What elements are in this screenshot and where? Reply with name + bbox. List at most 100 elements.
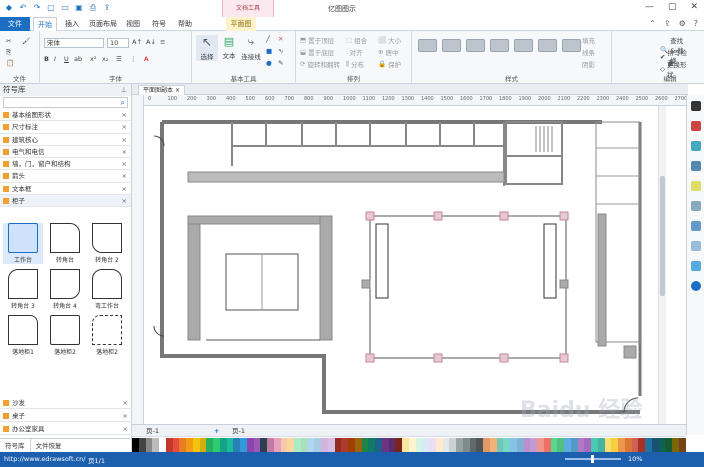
color-swatch[interactable]	[192, 438, 200, 452]
color-swatch[interactable]	[678, 438, 686, 452]
tab-file[interactable]: 文件	[0, 17, 30, 31]
color-swatch[interactable]	[138, 438, 146, 452]
style-gallery[interactable]	[418, 39, 581, 52]
color-swatch[interactable]	[665, 438, 672, 452]
distribute-button[interactable]: ⫼ 分布	[346, 59, 364, 70]
library-item[interactable]: 墙，门，窗户和结构 ×	[0, 158, 131, 171]
color-swatch[interactable]	[314, 438, 321, 452]
color-swatch[interactable]	[456, 438, 463, 452]
color-swatch[interactable]	[240, 438, 247, 452]
line-button[interactable]: 线条	[582, 47, 595, 57]
status-url[interactable]: http://www.edrawsoft.cn/	[4, 455, 85, 463]
close-icon[interactable]: ×	[122, 195, 127, 207]
close-icon[interactable]: ×	[122, 134, 127, 146]
color-swatch[interactable]	[402, 438, 409, 452]
color-swatch[interactable]	[672, 438, 679, 452]
hyperlink-icon[interactable]	[691, 221, 701, 231]
shape-corner-desk-2[interactable]: 转角台 2	[87, 223, 127, 264]
align-icon[interactable]: ≡	[160, 38, 165, 46]
tab-insert[interactable]: 插入	[60, 17, 84, 31]
shape-floor-cabinet-1[interactable]: 落地柜1	[3, 315, 43, 356]
library-item[interactable]: 桌子 ×	[0, 410, 132, 423]
shape-corner-desk[interactable]: 转角台	[45, 223, 85, 264]
library-item[interactable]: 文本框 ×	[0, 183, 131, 196]
close-panel-icon[interactable]: ⊥	[121, 84, 127, 96]
color-swatch[interactable]	[510, 438, 517, 452]
color-swatch[interactable]	[260, 438, 267, 452]
redo-icon[interactable]: ↷	[32, 3, 42, 13]
color-swatch[interactable]	[388, 438, 396, 452]
share-icon[interactable]: ⇪	[664, 19, 671, 28]
color-swatch[interactable]	[591, 438, 598, 452]
color-swatch[interactable]	[442, 438, 450, 452]
tab-symbol[interactable]: 符号	[147, 17, 171, 31]
color-swatch[interactable]	[449, 438, 456, 452]
subscript-icon[interactable]: x₂	[102, 55, 108, 63]
library-item[interactable]: 电气和电信 ×	[0, 146, 131, 159]
maximize-icon[interactable]: ▢	[668, 2, 677, 12]
send-back-button[interactable]: ⬓ 置于底层	[300, 47, 334, 57]
superscript-icon[interactable]: x²	[90, 55, 96, 63]
shadow-button[interactable]: 阴影	[582, 59, 595, 69]
color-swatch[interactable]	[253, 438, 261, 452]
color-swatch[interactable]	[597, 438, 605, 452]
color-swatch[interactable]	[172, 438, 180, 452]
library-item[interactable]: 基本绘图形状 ×	[0, 109, 131, 122]
color-swatch[interactable]	[584, 438, 591, 452]
size-button[interactable]: ⬜ 大小	[378, 35, 401, 45]
color-swatch[interactable]	[523, 438, 531, 452]
font-grow-icon[interactable]: A↑	[132, 38, 142, 46]
close-icon[interactable]: ×	[122, 158, 127, 170]
color-swatch[interactable]	[354, 438, 362, 452]
format-painter-icon[interactable]	[691, 101, 701, 111]
fill-button[interactable]: 填充	[582, 35, 595, 45]
help-icon[interactable]	[691, 281, 701, 291]
close-icon[interactable]: ×	[122, 146, 127, 158]
color-swatch[interactable]	[658, 438, 666, 452]
underline-icon[interactable]: U	[64, 55, 69, 63]
color-swatch[interactable]	[577, 438, 585, 452]
search-icon[interactable]: ⌕	[121, 98, 125, 108]
color-swatch[interactable]	[267, 438, 274, 452]
color-swatch[interactable]	[611, 438, 618, 452]
tab-home[interactable]: 开始	[33, 17, 57, 31]
bold-icon[interactable]: B	[44, 55, 49, 63]
close-icon[interactable]: ×	[123, 410, 128, 422]
settings-icon[interactable]: ⚙	[679, 19, 686, 28]
color-swatch[interactable]	[638, 438, 645, 452]
color-swatch[interactable]	[618, 438, 625, 452]
color-swatch[interactable]	[537, 438, 544, 452]
color-swatch[interactable]	[246, 438, 254, 452]
library-item-active[interactable]: 柜子 ×	[0, 195, 131, 208]
color-swatch[interactable]	[307, 438, 315, 452]
note-icon[interactable]	[691, 181, 701, 191]
shape-corner-desk-4[interactable]: 转角台 4	[45, 269, 85, 310]
font-shrink-icon[interactable]: A↓	[146, 38, 156, 46]
color-swatch[interactable]	[483, 438, 490, 452]
color-swatch[interactable]	[361, 438, 369, 452]
tab-view[interactable]: 视图	[121, 17, 145, 31]
font-color-icon[interactable]: A	[144, 55, 148, 63]
center-button[interactable]: ⊕ 居中	[378, 47, 398, 57]
color-swatch[interactable]	[462, 438, 470, 452]
bring-front-button[interactable]: ⬒ 置于顶层	[300, 35, 334, 45]
color-swatch[interactable]	[435, 438, 443, 452]
fill-icon[interactable]	[691, 121, 701, 131]
color-swatch[interactable]	[375, 438, 382, 452]
close-icon[interactable]: ×	[123, 397, 128, 409]
tab-symbol-library[interactable]: 符号库	[0, 439, 31, 452]
curve-icon[interactable]: ∿	[278, 47, 283, 55]
style-swatch[interactable]	[538, 39, 557, 52]
undo-icon[interactable]: ↶	[18, 3, 28, 13]
image-icon[interactable]	[691, 161, 701, 171]
text-tool[interactable]: ▤ 文本	[220, 35, 238, 60]
help-icon[interactable]: ?	[694, 19, 698, 28]
color-swatch[interactable]	[651, 438, 659, 452]
font-name-select[interactable]: 宋体	[44, 38, 104, 48]
color-swatch[interactable]	[294, 438, 301, 452]
export-icon[interactable]: ⇪	[102, 3, 112, 13]
color-swatch[interactable]	[381, 438, 389, 452]
zoom-slider-knob[interactable]	[591, 455, 594, 463]
align-button[interactable]: ⫶ 对齐	[346, 47, 363, 58]
color-swatch[interactable]	[280, 438, 288, 452]
